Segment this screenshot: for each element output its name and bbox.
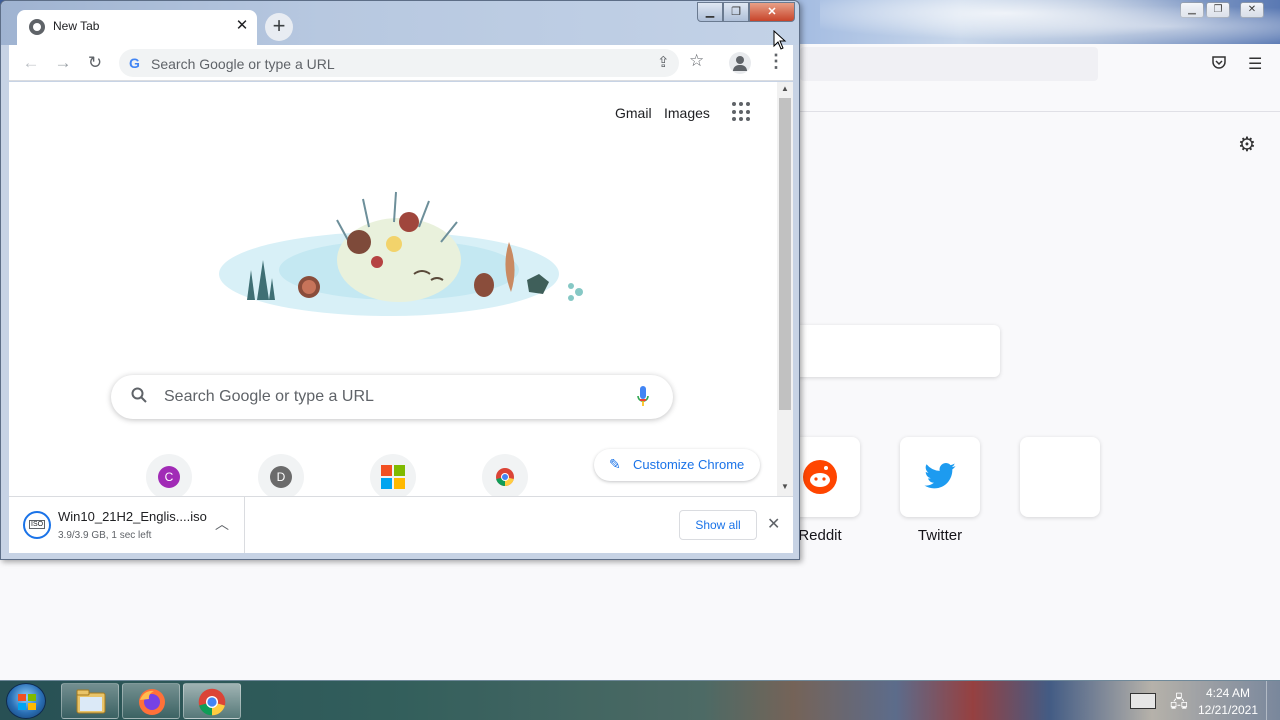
more-vert-icon[interactable]: ⋮ xyxy=(767,51,785,72)
top-site-label: Twitter xyxy=(917,527,963,544)
gear-icon[interactable]: ⚙ xyxy=(1238,132,1256,157)
search-icon xyxy=(131,387,147,408)
firefox-search-box[interactable] xyxy=(790,325,1000,377)
browser-toolbar: ← → ↻ G Search Google or type a URL ⇪ ☆ … xyxy=(9,45,793,81)
keyboard-icon[interactable] xyxy=(1130,693,1156,709)
profile-icon[interactable] xyxy=(729,52,751,74)
new-tab-page: Gmail Images Search Google or type a URL… xyxy=(9,82,793,496)
taskbar-explorer-button[interactable] xyxy=(61,683,119,719)
chrome-window: New Tab ✕ + ▁ ❐ ✕ ← → ↻ G Search Google … xyxy=(0,0,800,560)
firefox-close-button[interactable]: ✕ xyxy=(1240,2,1264,18)
clock-time[interactable]: 4:24 AM xyxy=(1196,686,1260,700)
customize-chrome-button[interactable]: ✎ Customize Chrome xyxy=(594,449,760,481)
show-desktop-button[interactable] xyxy=(1266,681,1280,720)
top-site-tile-twitter[interactable] xyxy=(900,437,980,517)
minimize-button[interactable]: ▁ xyxy=(697,2,723,22)
download-shelf: Win10_21H2_Englis....iso 3.9/3.9 GB, 1 s… xyxy=(9,496,793,553)
scrollbar[interactable]: ▲ ▼ xyxy=(777,82,793,496)
scrollbar-thumb[interactable] xyxy=(779,98,791,410)
taskbar: 🖧 4:24 AM 12/21/2021 xyxy=(0,680,1280,720)
tab-new-tab[interactable]: New Tab ✕ xyxy=(17,10,257,45)
chrome-icon xyxy=(29,19,45,35)
gmail-link[interactable]: Gmail xyxy=(615,105,652,121)
tab-close-button[interactable]: ✕ xyxy=(233,16,251,34)
download-status: 3.9/3.9 GB, 1 sec left xyxy=(58,530,152,541)
shortcut-tile[interactable] xyxy=(482,454,528,496)
chrome-icon xyxy=(496,468,514,487)
customize-chrome-label: Customize Chrome xyxy=(633,457,745,472)
microsoft-icon xyxy=(381,465,405,489)
scroll-up-arrow-icon[interactable]: ▲ xyxy=(781,84,789,93)
mouse-cursor-icon xyxy=(773,30,787,50)
search-box[interactable]: Search Google or type a URL xyxy=(111,375,673,419)
top-site-tile-empty[interactable] xyxy=(1020,437,1100,517)
scroll-down-arrow-icon[interactable]: ▼ xyxy=(781,482,789,491)
images-link[interactable]: Images xyxy=(664,105,710,121)
show-all-button[interactable]: Show all xyxy=(679,510,757,540)
shortcut-tile[interactable] xyxy=(370,454,416,496)
firefox-restore-button[interactable]: ❐ xyxy=(1206,2,1230,18)
forward-button[interactable]: → xyxy=(51,52,75,74)
close-window-button[interactable]: ✕ xyxy=(749,2,795,22)
firefox-minimize-button[interactable]: ▁ xyxy=(1180,2,1204,18)
bookmark-star-icon[interactable]: ☆ xyxy=(689,51,704,71)
firefox-url-bar[interactable] xyxy=(800,47,1098,81)
download-item[interactable]: Win10_21H2_Englis....iso 3.9/3.9 GB, 1 s… xyxy=(9,497,245,553)
share-icon[interactable]: ⇪ xyxy=(657,53,670,71)
google-apps-icon[interactable] xyxy=(732,102,752,122)
maximize-button[interactable]: ❐ xyxy=(723,2,749,22)
google-g-icon: G xyxy=(129,55,140,71)
back-button[interactable]: ← xyxy=(19,52,43,74)
taskbar-chrome-button[interactable] xyxy=(183,683,241,719)
start-button[interactable] xyxy=(6,683,46,719)
new-tab-button[interactable]: + xyxy=(265,13,293,41)
pencil-icon: ✎ xyxy=(609,456,621,472)
omnibox-placeholder: Search Google or type a URL xyxy=(151,56,335,72)
iso-file-icon xyxy=(23,511,51,539)
microphone-icon[interactable] xyxy=(637,386,649,408)
download-filename: Win10_21H2_Englis....iso xyxy=(58,509,207,524)
google-doodle[interactable] xyxy=(209,182,609,332)
windows-logo-icon xyxy=(18,694,36,710)
reddit-icon xyxy=(803,460,837,494)
reload-button[interactable]: ↻ xyxy=(83,52,107,74)
folder-icon xyxy=(76,689,106,714)
taskbar-firefox-button[interactable] xyxy=(122,683,180,719)
pocket-icon[interactable] xyxy=(1211,54,1227,75)
twitter-icon xyxy=(924,463,956,489)
shortcut-letter-icon: C xyxy=(158,466,180,488)
search-placeholder: Search Google or type a URL xyxy=(164,388,374,405)
shortcut-letter-icon: D xyxy=(270,466,292,488)
network-icon[interactable]: 🖧 xyxy=(1170,691,1188,718)
tab-title: New Tab xyxy=(53,19,100,33)
chrome-titlebar[interactable]: New Tab ✕ + ▁ ❐ ✕ xyxy=(1,1,799,45)
omnibox[interactable]: G Search Google or type a URL xyxy=(119,49,679,77)
shortcut-tile[interactable]: D xyxy=(258,454,304,496)
clock-date[interactable]: 12/21/2021 xyxy=(1196,703,1260,717)
chevron-up-icon[interactable]: ︿ xyxy=(215,514,229,534)
firefox-icon xyxy=(139,689,165,715)
close-icon[interactable]: ✕ xyxy=(767,514,780,534)
chrome-icon xyxy=(198,688,226,716)
shortcut-tile[interactable]: C xyxy=(146,454,192,496)
hamburger-menu-icon[interactable]: ☰ xyxy=(1248,54,1262,74)
